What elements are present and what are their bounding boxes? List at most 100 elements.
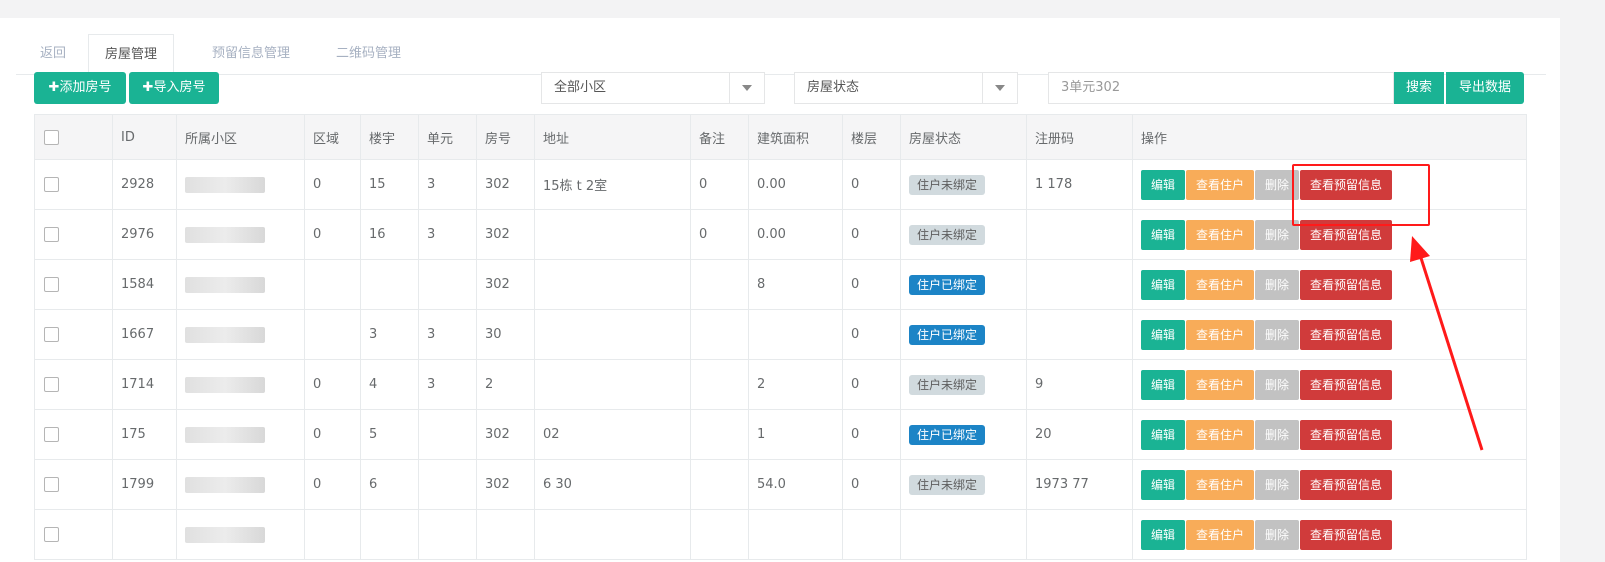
row-checkbox[interactable]	[44, 177, 59, 192]
table-row: 175 0 5 302 02 1 0 住户已绑定 20 编辑 查看住户 删除 查看预留信息	[34, 409, 1527, 460]
row-checkbox[interactable]	[44, 327, 59, 342]
size-cell: 2	[748, 359, 843, 410]
row-select-cell	[34, 259, 113, 310]
community-cell	[176, 359, 305, 410]
view-reserve-info-button[interactable]: 查看预留信息	[1300, 219, 1392, 250]
search-button[interactable]: 搜索	[1394, 72, 1444, 104]
delete-button[interactable]: 删除	[1255, 519, 1299, 550]
code-cell	[1026, 209, 1133, 260]
edit-button[interactable]: 编辑	[1141, 519, 1185, 550]
view-resident-button[interactable]: 查看住户	[1186, 269, 1254, 300]
unit-cell: 3	[418, 309, 477, 360]
row-checkbox[interactable]	[44, 377, 59, 392]
floor-cell	[842, 509, 901, 560]
code-cell: 20	[1026, 409, 1133, 460]
view-resident-button[interactable]: 查看住户	[1186, 369, 1254, 400]
delete-button[interactable]: 删除	[1255, 469, 1299, 500]
search-input[interactable]: 3单元302	[1048, 72, 1394, 104]
remark-cell	[690, 459, 749, 510]
tab-qrcode[interactable]: 二维码管理	[320, 34, 417, 74]
view-reserve-info-button[interactable]: 查看预留信息	[1300, 169, 1392, 200]
unit-cell: 3	[418, 359, 477, 410]
id-cell: 1714	[112, 359, 177, 410]
delete-button[interactable]: 删除	[1255, 319, 1299, 350]
delete-button[interactable]: 删除	[1255, 269, 1299, 300]
edit-button[interactable]: 编辑	[1141, 319, 1185, 350]
redacted-block	[185, 476, 265, 493]
row-select-cell	[34, 359, 113, 410]
address-cell	[534, 209, 691, 260]
column-header[interactable]: 地址	[534, 114, 691, 160]
row-select-cell	[34, 509, 113, 560]
column-header[interactable]: 所属小区	[176, 114, 305, 160]
view-reserve-info-button[interactable]: 查看预留信息	[1300, 469, 1392, 500]
add-house-button[interactable]: ✚添加房号	[34, 72, 126, 104]
delete-button[interactable]: 删除	[1255, 169, 1299, 200]
delete-button[interactable]: 删除	[1255, 219, 1299, 250]
row-checkbox[interactable]	[44, 527, 59, 542]
row-checkbox[interactable]	[44, 427, 59, 442]
column-header[interactable]: 区域	[304, 114, 361, 160]
community-cell	[176, 259, 305, 310]
view-resident-button[interactable]: 查看住户	[1186, 219, 1254, 250]
table-row: 1799 0 6 302 6 30 54.0 0 住户未绑定 1973 77 编辑 查看住户 删除 查看…	[34, 459, 1527, 510]
column-header[interactable]: 房号	[476, 114, 535, 160]
view-resident-button[interactable]: 查看住户	[1186, 419, 1254, 450]
status-badge: 住户已绑定	[909, 324, 986, 345]
floor-cell: 0	[842, 159, 901, 210]
community-cell	[176, 309, 305, 360]
view-resident-button[interactable]: 查看住户	[1186, 169, 1254, 200]
tab-back[interactable]: 返回	[24, 34, 82, 74]
area-cell	[304, 309, 361, 360]
code-cell: 9	[1026, 359, 1133, 410]
table-row: 1667 3 3 30 0 住户已绑定 编辑 查看住户 删除 查看预留信息	[34, 309, 1527, 360]
view-reserve-info-button[interactable]: 查看预留信息	[1300, 319, 1392, 350]
column-header[interactable]: 备注	[690, 114, 749, 160]
remark-cell	[690, 309, 749, 360]
view-reserve-info-button[interactable]: 查看预留信息	[1300, 519, 1392, 550]
row-checkbox[interactable]	[44, 227, 59, 242]
status-cell: 住户未绑定	[900, 459, 1027, 510]
tab-house-management[interactable]: 房屋管理	[88, 34, 175, 76]
table-header-row: ID 所属小区 区域 楼宇 单元 房号 地址 备注 建筑面积 楼层 房屋状态 注…	[34, 114, 1527, 160]
column-header[interactable]: 房屋状态	[900, 114, 1027, 160]
view-reserve-info-button[interactable]: 查看预留信息	[1300, 419, 1392, 450]
column-header[interactable]: 楼宇	[360, 114, 419, 160]
id-cell: 175	[112, 409, 177, 460]
row-checkbox[interactable]	[44, 277, 59, 292]
edit-button[interactable]: 编辑	[1141, 369, 1185, 400]
id-cell: 1799	[112, 459, 177, 510]
edit-button[interactable]: 编辑	[1141, 469, 1185, 500]
floor-cell: 0	[842, 259, 901, 310]
edit-button[interactable]: 编辑	[1141, 269, 1185, 300]
delete-button[interactable]: 删除	[1255, 369, 1299, 400]
row-checkbox[interactable]	[44, 477, 59, 492]
export-button[interactable]: 导出数据	[1446, 72, 1524, 104]
view-resident-button[interactable]: 查看住户	[1186, 469, 1254, 500]
view-reserve-info-button[interactable]: 查看预留信息	[1300, 369, 1392, 400]
edit-button[interactable]: 编辑	[1141, 219, 1185, 250]
address-cell: 02	[534, 409, 691, 460]
tab-reserve-info[interactable]: 预留信息管理	[196, 34, 306, 74]
select-all-checkbox[interactable]	[44, 129, 59, 145]
view-resident-button[interactable]: 查看住户	[1186, 319, 1254, 350]
building-cell: 15	[360, 159, 419, 210]
column-header[interactable]: ID	[112, 114, 177, 160]
code-cell: 1 178	[1026, 159, 1133, 210]
community-cell	[176, 209, 305, 260]
column-header[interactable]: 注册码	[1026, 114, 1133, 160]
edit-button[interactable]: 编辑	[1141, 169, 1185, 200]
delete-button[interactable]: 删除	[1255, 419, 1299, 450]
column-header[interactable]: 楼层	[842, 114, 901, 160]
column-header[interactable]: 单元	[418, 114, 477, 160]
import-house-button[interactable]: ✚导入房号	[129, 72, 219, 104]
view-reserve-info-button[interactable]: 查看预留信息	[1300, 269, 1392, 300]
area-cell	[304, 259, 361, 310]
code-cell	[1026, 309, 1133, 360]
size-cell: 1	[748, 409, 843, 460]
community-select[interactable]: 全部小区	[541, 72, 765, 104]
column-header[interactable]: 建筑面积	[748, 114, 843, 160]
edit-button[interactable]: 编辑	[1141, 419, 1185, 450]
house-status-select[interactable]: 房屋状态	[794, 72, 1018, 104]
view-resident-button[interactable]: 查看住户	[1186, 519, 1254, 550]
